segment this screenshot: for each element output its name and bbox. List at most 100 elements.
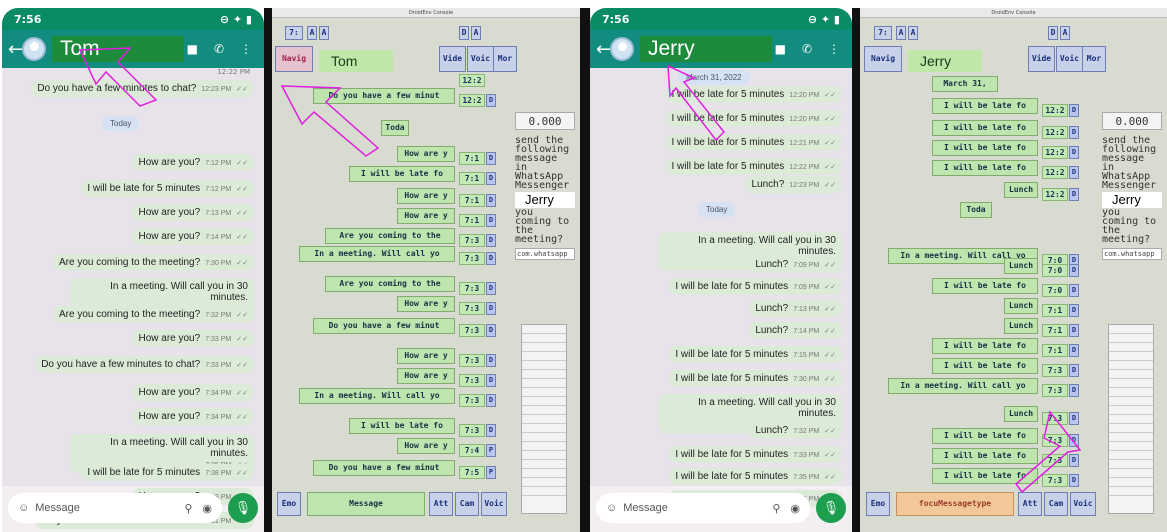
control-slot[interactable] xyxy=(522,352,566,361)
message-bubble[interactable]: Lunch? 7:14 PM ✓✓ xyxy=(749,322,842,339)
message-bubble[interactable]: How are y xyxy=(397,188,455,204)
message-bubble[interactable]: I will be late for 5 minutes 12:22 PM ✓✓ xyxy=(665,158,842,175)
control-slot[interactable] xyxy=(522,343,566,352)
message-input[interactable]: ☺ Message ⚲ ◉ xyxy=(8,493,222,523)
voice-call-icon[interactable]: ✆ xyxy=(214,42,224,56)
attach-icon[interactable]: ⚲ xyxy=(184,502,192,515)
action-button[interactable]: Voic xyxy=(1056,46,1083,72)
message-bubble[interactable]: I will be late for 5 minutes 7:33 PM ✓✓ xyxy=(669,446,842,463)
message-list[interactable]: Today Do you have a few minutes to chat?… xyxy=(2,68,264,529)
control-slot[interactable] xyxy=(1109,343,1153,352)
action-button[interactable]: Vide xyxy=(1028,46,1055,72)
message-bubble[interactable]: I will be late fo xyxy=(932,98,1038,114)
camera-icon[interactable]: ◉ xyxy=(790,502,800,515)
message-bubble[interactable]: Lunch? 7:32 PM ✓✓ xyxy=(749,422,842,439)
control-slot[interactable] xyxy=(1109,460,1153,469)
message-bubble[interactable]: How are you? 7:34 PM ✓✓ xyxy=(132,408,254,425)
control-slot[interactable] xyxy=(522,424,566,433)
message-bubble[interactable]: In a meeting. Will call yo xyxy=(888,378,1038,394)
message-bubble[interactable]: Lunch? 7:13 PM ✓✓ xyxy=(749,300,842,317)
bottom-button[interactable]: Emo xyxy=(277,492,301,516)
emoji-icon[interactable]: ☺ xyxy=(18,502,29,514)
message-bubble[interactable]: How are y xyxy=(397,146,455,162)
top-button[interactable]: 7: xyxy=(874,26,892,40)
emoji-icon[interactable]: ☺ xyxy=(606,502,617,514)
bottom-button[interactable]: Emo xyxy=(866,492,890,516)
bottom-button[interactable]: Voic xyxy=(481,492,507,516)
message-bubble[interactable]: Lunch xyxy=(1004,318,1038,334)
control-panel[interactable] xyxy=(521,324,567,514)
contact-name[interactable]: Jerry xyxy=(908,50,982,72)
message-bubble[interactable]: How are y xyxy=(397,348,455,364)
top-button[interactable]: A xyxy=(319,26,329,40)
message-bubble[interactable]: How are y xyxy=(397,438,455,454)
message-bubble[interactable]: In a meeting. Will call yo xyxy=(299,388,455,404)
message-bubble[interactable]: I will be late for 5 minutes 7:12 PM ✓✓ xyxy=(81,180,254,197)
control-slot[interactable] xyxy=(522,379,566,388)
message-bubble[interactable]: Do you have a few minutes to chat? 7:33 P… xyxy=(35,356,254,373)
control-slot[interactable] xyxy=(522,361,566,370)
message-bubble[interactable]: Are you coming to the meeting? 7:30 PM ✓✓ xyxy=(52,254,254,271)
control-slot[interactable] xyxy=(522,469,566,478)
control-slot[interactable] xyxy=(522,370,566,379)
message-bubble[interactable]: How are you? 7:34 PM ✓✓ xyxy=(132,384,254,401)
message-bubble[interactable]: How are y xyxy=(397,368,455,384)
message-bubble[interactable]: I will be late for 5 minutes 7:30 PM ✓✓ xyxy=(669,370,842,387)
message-bubble[interactable]: I will be late fo xyxy=(932,140,1038,156)
message-bubble[interactable]: How are y xyxy=(397,208,455,224)
message-bubble[interactable]: I will be late for 5 minutes 7:35 PM ✓✓ xyxy=(669,468,842,485)
control-slot[interactable] xyxy=(522,442,566,451)
message-bubble[interactable]: I will be late fo xyxy=(932,358,1038,374)
message-bubble[interactable]: I will be late for 5 minutes 7:15 PM ✓✓ xyxy=(669,346,842,363)
control-slot[interactable] xyxy=(1109,433,1153,442)
more-options-icon[interactable]: ⋮ xyxy=(240,42,252,56)
message-bubble[interactable]: Lunch? 7:09 PM ✓✓ xyxy=(749,256,842,273)
top-button[interactable]: D xyxy=(1048,26,1058,40)
message-bubble[interactable]: Are you coming to the xyxy=(325,228,455,244)
message-input[interactable]: Message xyxy=(307,492,425,516)
top-button[interactable]: A xyxy=(896,26,906,40)
message-bubble[interactable]: I will be late for 5 minutes 7:38 PM ✓✓ xyxy=(81,464,254,481)
message-bubble[interactable]: I will be late fo xyxy=(932,120,1038,136)
control-slot[interactable] xyxy=(1109,397,1153,406)
control-slot[interactable] xyxy=(1109,487,1153,496)
message-bubble[interactable]: How are you? 7:12 PM ✓✓ xyxy=(132,154,254,171)
message-bubble[interactable]: I will be late fo xyxy=(349,166,455,182)
video-call-icon[interactable]: ■ xyxy=(187,42,198,56)
control-slot[interactable] xyxy=(1109,406,1153,415)
contact-name[interactable]: Jerry xyxy=(640,36,772,62)
camera-icon[interactable]: ◉ xyxy=(202,502,212,515)
back-arrow-icon[interactable]: ← xyxy=(8,39,23,60)
bottom-button[interactable]: Cam xyxy=(455,492,479,516)
control-slot[interactable] xyxy=(1109,370,1153,379)
message-bubble[interactable]: Toda xyxy=(960,202,992,218)
message-bubble[interactable]: I will be late fo xyxy=(932,338,1038,354)
control-slot[interactable] xyxy=(522,451,566,460)
message-bubble[interactable]: I will be late fo xyxy=(349,418,455,434)
top-button[interactable]: A xyxy=(908,26,918,40)
message-bubble[interactable]: How are y xyxy=(397,296,455,312)
top-button[interactable]: 7: xyxy=(285,26,303,40)
contact-name[interactable]: Tom xyxy=(319,50,393,72)
voice-call-icon[interactable]: ✆ xyxy=(802,42,812,56)
action-button[interactable]: Voic xyxy=(467,46,494,72)
message-bubble[interactable]: How are you? 7:14 PM ✓✓ xyxy=(132,228,254,245)
message-bubble[interactable]: Lunch xyxy=(1004,258,1038,274)
message-bubble[interactable]: How are you? 7:13 PM ✓✓ xyxy=(132,204,254,221)
message-bubble[interactable]: Are you coming to the meeting? 7:32 PM ✓✓ xyxy=(52,306,254,323)
control-slot[interactable] xyxy=(522,478,566,487)
control-slot[interactable] xyxy=(1109,361,1153,370)
control-slot[interactable] xyxy=(522,334,566,343)
control-panel[interactable] xyxy=(1108,324,1154,514)
navigate-up-button[interactable]: Navig xyxy=(275,46,313,72)
control-slot[interactable] xyxy=(1109,388,1153,397)
mic-button[interactable]: 🎙 xyxy=(228,493,258,523)
control-slot[interactable] xyxy=(522,460,566,469)
control-slot[interactable] xyxy=(1109,415,1153,424)
control-slot[interactable] xyxy=(522,388,566,397)
top-button[interactable]: A xyxy=(471,26,481,40)
control-slot[interactable] xyxy=(1109,469,1153,478)
control-slot[interactable] xyxy=(1109,325,1153,334)
avatar[interactable] xyxy=(610,37,634,61)
action-button[interactable]: Mor xyxy=(1082,46,1106,72)
